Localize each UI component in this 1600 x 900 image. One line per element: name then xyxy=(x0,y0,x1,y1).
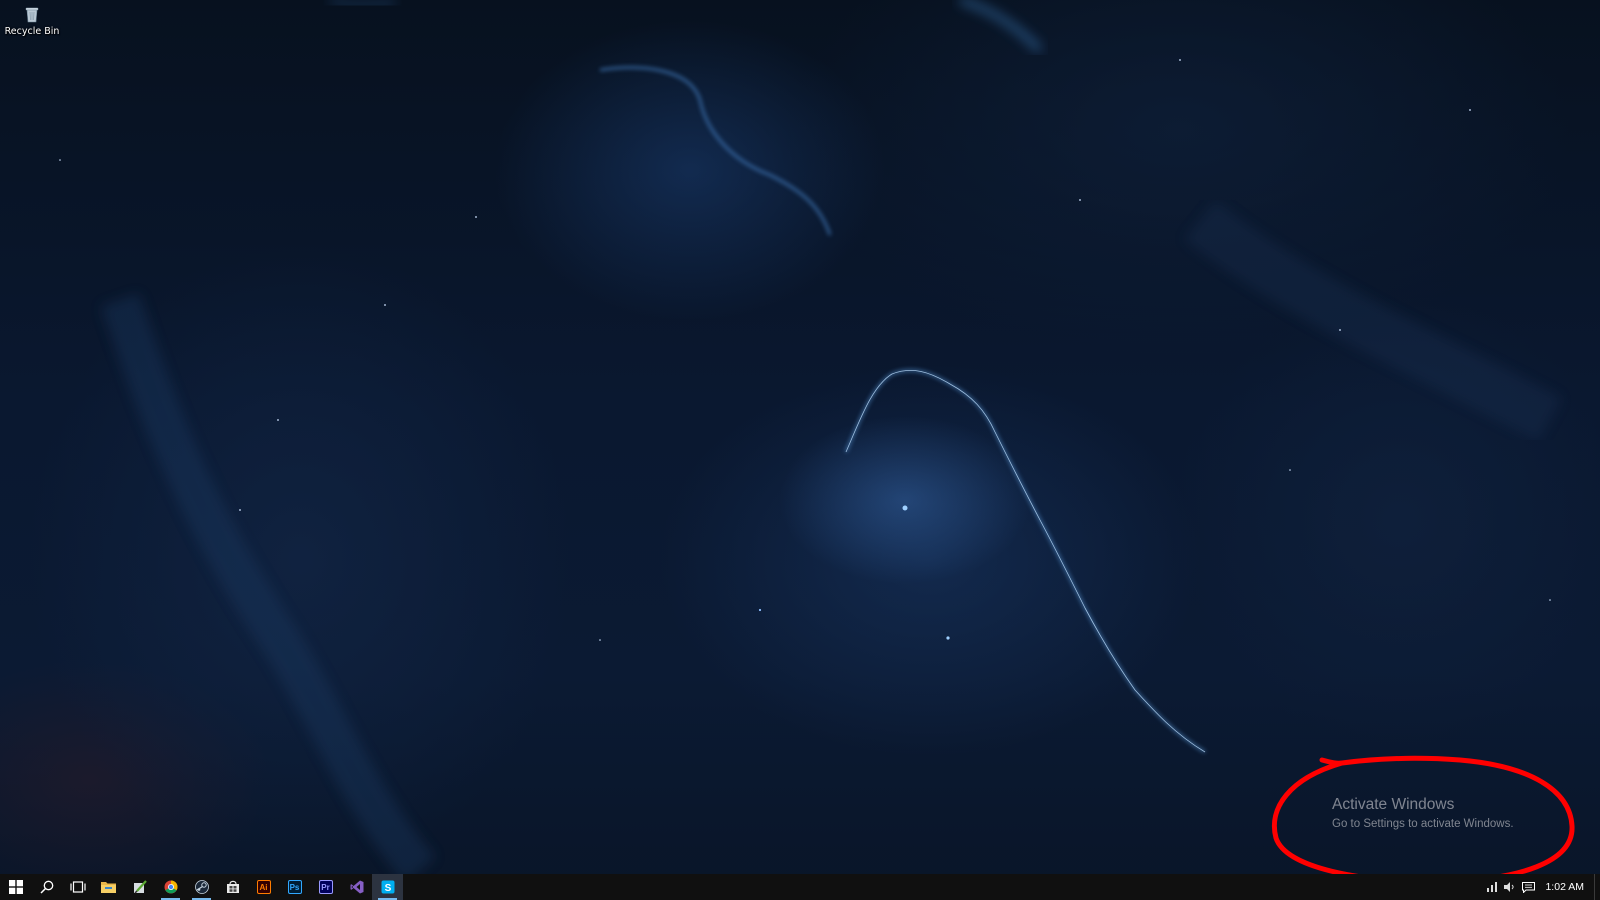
folder-icon xyxy=(101,882,116,893)
taskbar-steam[interactable] xyxy=(186,874,217,900)
premiere-icon: Pr xyxy=(318,880,333,894)
search-icon xyxy=(39,880,53,894)
skype-icon: S xyxy=(381,880,394,894)
task-view-button[interactable] xyxy=(62,874,93,900)
desktop-icon-recycle-bin[interactable]: Recycle Bin xyxy=(2,4,62,44)
clock[interactable]: 1:02 AM xyxy=(1537,881,1594,893)
taskbar-file-explorer[interactable] xyxy=(93,874,124,900)
svg-text:S: S xyxy=(384,883,391,894)
photoshop-icon: Ps xyxy=(287,880,302,894)
taskbar-illustrator[interactable]: Ai xyxy=(248,874,279,900)
action-center-icon xyxy=(1521,881,1535,893)
activate-windows-watermark: Activate Windows Go to Settings to activ… xyxy=(1332,796,1514,833)
system-tray: 1:02 AM xyxy=(1483,874,1600,900)
nebula-wallpaper xyxy=(59,0,1562,874)
desktop-background xyxy=(0,0,1600,900)
taskbar-skype[interactable]: S xyxy=(372,874,403,900)
tray-volume[interactable] xyxy=(1501,874,1519,900)
taskbar-chrome[interactable] xyxy=(155,874,186,900)
taskbar-pen-app[interactable] xyxy=(124,874,155,900)
taskbar-store[interactable] xyxy=(217,874,248,900)
network-icon xyxy=(1487,882,1498,892)
show-desktop-button[interactable] xyxy=(1594,874,1600,900)
tray-network[interactable] xyxy=(1483,874,1501,900)
watermark-subtitle: Go to Settings to activate Windows. xyxy=(1332,818,1514,830)
search-button[interactable] xyxy=(31,874,62,900)
windows-logo-icon xyxy=(8,880,23,894)
recycle-bin-icon xyxy=(25,7,39,23)
watermark-title: Activate Windows xyxy=(1332,796,1455,813)
steam-icon xyxy=(194,880,209,894)
taskbar: Ai Ps Pr S 1:02 AM xyxy=(0,874,1600,900)
taskbar-photoshop[interactable]: Ps xyxy=(279,874,310,900)
tray-action-center[interactable] xyxy=(1519,874,1537,900)
volume-icon xyxy=(1504,882,1515,892)
desktop-icon-label: Recycle Bin xyxy=(4,26,60,37)
taskbar-visual-studio[interactable] xyxy=(341,874,372,900)
store-icon xyxy=(226,880,239,893)
task-view-icon xyxy=(69,881,86,893)
start-button[interactable] xyxy=(0,874,31,900)
chrome-icon xyxy=(164,880,177,894)
visual-studio-icon xyxy=(350,880,363,894)
illustrator-icon: Ai xyxy=(256,880,271,894)
taskbar-premiere[interactable]: Pr xyxy=(310,874,341,900)
pen-icon xyxy=(133,880,147,894)
